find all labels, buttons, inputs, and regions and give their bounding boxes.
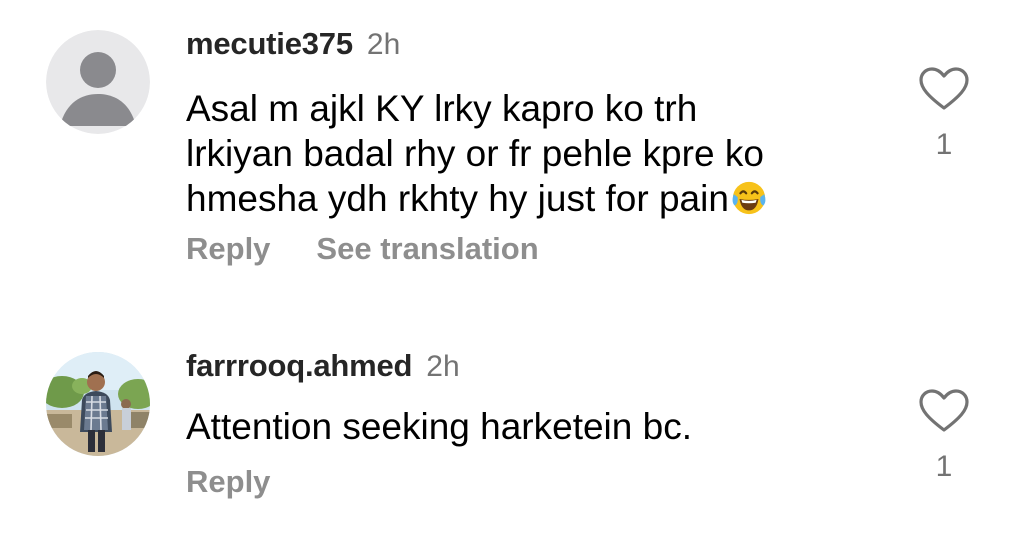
comment-text-line-content: hmesha ydh rkhty hy just for pain — [186, 178, 729, 219]
heart-icon[interactable] — [918, 66, 970, 112]
like-count: 1 — [935, 450, 953, 483]
comment-text-line: Asal m ajkl KY lrky kapro ko trh — [186, 88, 698, 129]
username[interactable]: farrrooq.ahmed — [186, 348, 412, 383]
comment-text-line: Attention seeking harketein bc. — [186, 406, 692, 447]
comment: mecutie375 2h Asal m ajkl KY lrky kapro k… — [0, 0, 1024, 300]
profile-photo — [46, 352, 150, 456]
avatar[interactable] — [46, 30, 150, 134]
timestamp: 2h — [366, 28, 401, 61]
timestamp: 2h — [426, 350, 460, 383]
comment-text: Attention seeking harketein bc. — [186, 404, 866, 449]
comment-actions: Reply See translation — [186, 231, 539, 267]
heart-icon[interactable] — [918, 388, 970, 434]
reply-button[interactable]: Reply — [186, 464, 270, 499]
comment-text: Asal m ajkl KY lrky kapro ko trh lrkiyan… — [186, 86, 866, 221]
comment-text-line: lrkiyan badal rhy or fr pehle kpre ko — [186, 133, 764, 174]
comment-actions: Reply — [186, 464, 270, 500]
default-avatar-icon — [46, 30, 150, 134]
like-count: 1 — [935, 128, 953, 161]
username[interactable]: mecutie375 — [186, 26, 353, 61]
comment: farrrooq.ahmed 2h Attention seeking harke… — [0, 340, 1024, 533]
reply-button[interactable]: Reply — [186, 231, 270, 266]
laughing-tears-emoji-icon — [732, 181, 766, 215]
comment-header: farrrooq.ahmed 2h — [186, 348, 460, 384]
see-translation-button[interactable]: See translation — [316, 231, 538, 266]
comment-header: mecutie375 2h — [186, 26, 400, 62]
avatar[interactable] — [46, 352, 150, 456]
comment-text-line: hmesha ydh rkhty hy just for pain — [186, 176, 866, 221]
